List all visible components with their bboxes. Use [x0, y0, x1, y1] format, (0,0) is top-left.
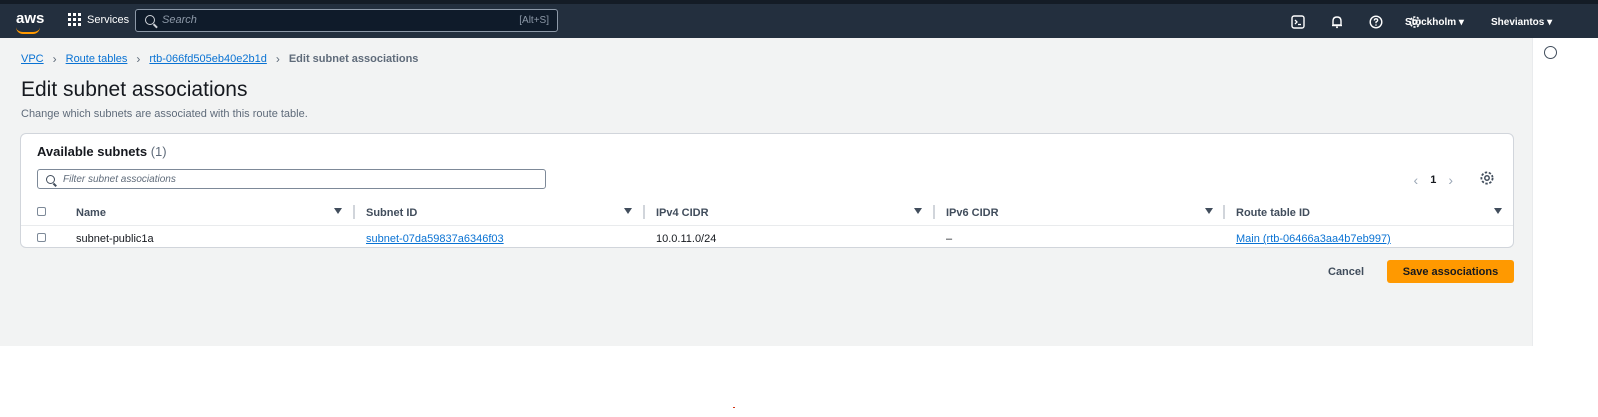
filter-placeholder: Filter subnet associations: [63, 174, 176, 185]
aws-logo-text: aws: [16, 10, 45, 27]
sort-icon[interactable]: [1494, 208, 1502, 214]
cell-route-table-link[interactable]: Main (rtb-06466a3aa4b7eb997): [1236, 233, 1391, 245]
breadcrumb-route-tables[interactable]: Route tables: [66, 53, 128, 65]
panel-title: Available subnets: [37, 144, 148, 159]
table-preferences-gear-icon[interactable]: [1479, 170, 1495, 186]
breadcrumb: VPC › Route tables › rtb-066fd505eb40e2b…: [21, 52, 418, 66]
region-selector[interactable]: Stockholm ▾: [1405, 17, 1464, 28]
search-placeholder: Search: [162, 14, 197, 26]
chevron-right-icon: ›: [275, 52, 280, 66]
account-menu[interactable]: Sheviantos ▾: [1491, 17, 1552, 28]
chevron-right-icon: ›: [52, 52, 57, 66]
sort-icon[interactable]: [334, 208, 342, 214]
cell-name: subnet-public1a: [76, 233, 154, 245]
global-search-input[interactable]: Search [Alt+S]: [135, 9, 558, 32]
breadcrumb-route-table-id[interactable]: rtb-066fd505eb40e2b1d: [149, 53, 266, 65]
page-title: Edit subnet associations: [21, 78, 248, 101]
sort-icon[interactable]: [1205, 208, 1213, 214]
cancel-button[interactable]: Cancel: [1328, 266, 1364, 278]
available-subnets-panel: Available subnets (1) Filter subnet asso…: [20, 133, 1514, 248]
column-header-ipv4-cidr[interactable]: IPv4 CIDR: [656, 207, 709, 219]
column-header-subnet-id[interactable]: Subnet ID: [366, 207, 417, 219]
help-icon[interactable]: [1366, 12, 1385, 31]
services-label: Services: [87, 13, 130, 26]
info-panel-icon[interactable]: [1544, 46, 1557, 59]
current-page-number[interactable]: 1: [1430, 174, 1436, 186]
breadcrumb-current: Edit subnet associations: [288, 53, 419, 65]
pagination: ‹ 1 ›: [1414, 172, 1453, 188]
top-navigation-bar: aws Services Search [Alt+S] Stockholm ▾ …: [0, 0, 1598, 38]
panel-header: Available subnets (1): [37, 144, 167, 159]
chevron-right-icon: ›: [136, 52, 141, 66]
column-divider[interactable]: [643, 205, 645, 219]
page-description: Change which subnets are associated with…: [21, 108, 308, 120]
cloudshell-icon[interactable]: [1288, 12, 1307, 31]
subnets-table: Name Subnet ID IPv4 CIDR IPv6 CIDR Route…: [21, 200, 1513, 251]
search-icon: [46, 175, 55, 184]
previous-page-icon[interactable]: ‹: [1414, 172, 1419, 188]
column-header-route-table-id[interactable]: Route table ID: [1236, 207, 1310, 219]
cell-subnet-id-link[interactable]: subnet-07da59837a6346f03: [366, 233, 504, 245]
search-icon: [145, 15, 155, 25]
column-header-name[interactable]: Name: [76, 207, 106, 219]
search-shortcut-hint: [Alt+S]: [519, 15, 549, 26]
utility-icons: [1288, 12, 1424, 31]
column-header-ipv6-cidr[interactable]: IPv6 CIDR: [946, 207, 999, 219]
save-associations-button[interactable]: Save associations: [1387, 260, 1514, 283]
aws-logo[interactable]: aws: [16, 10, 45, 34]
column-divider[interactable]: [933, 205, 935, 219]
notifications-bell-icon[interactable]: [1327, 12, 1346, 31]
column-divider[interactable]: [353, 205, 355, 219]
table-row[interactable]: subnet-public1a subnet-07da59837a6346f03…: [21, 226, 1513, 251]
column-divider[interactable]: [1223, 205, 1225, 219]
cell-ipv6-cidr: –: [946, 233, 953, 245]
filter-subnets-input[interactable]: Filter subnet associations: [37, 169, 546, 189]
breadcrumb-vpc[interactable]: VPC: [21, 53, 44, 65]
subnet-count: (1): [150, 144, 167, 159]
table-header-row: Name Subnet ID IPv4 CIDR IPv6 CIDR Route…: [21, 200, 1513, 226]
row-checkbox[interactable]: [37, 233, 46, 242]
sort-icon[interactable]: [624, 208, 632, 214]
next-page-icon[interactable]: ›: [1448, 172, 1453, 188]
select-all-checkbox[interactable]: [37, 207, 46, 216]
main-content: VPC › Route tables › rtb-066fd505eb40e2b…: [0, 38, 1532, 346]
sort-icon[interactable]: [914, 208, 922, 214]
grid-icon: [68, 13, 81, 26]
right-side-panel: [1532, 38, 1598, 346]
services-menu-button[interactable]: Services: [68, 13, 129, 26]
cell-ipv4-cidr: 10.0.11.0/24: [656, 233, 717, 245]
stray-mark: [733, 407, 735, 408]
aws-smile-icon: [16, 27, 40, 34]
